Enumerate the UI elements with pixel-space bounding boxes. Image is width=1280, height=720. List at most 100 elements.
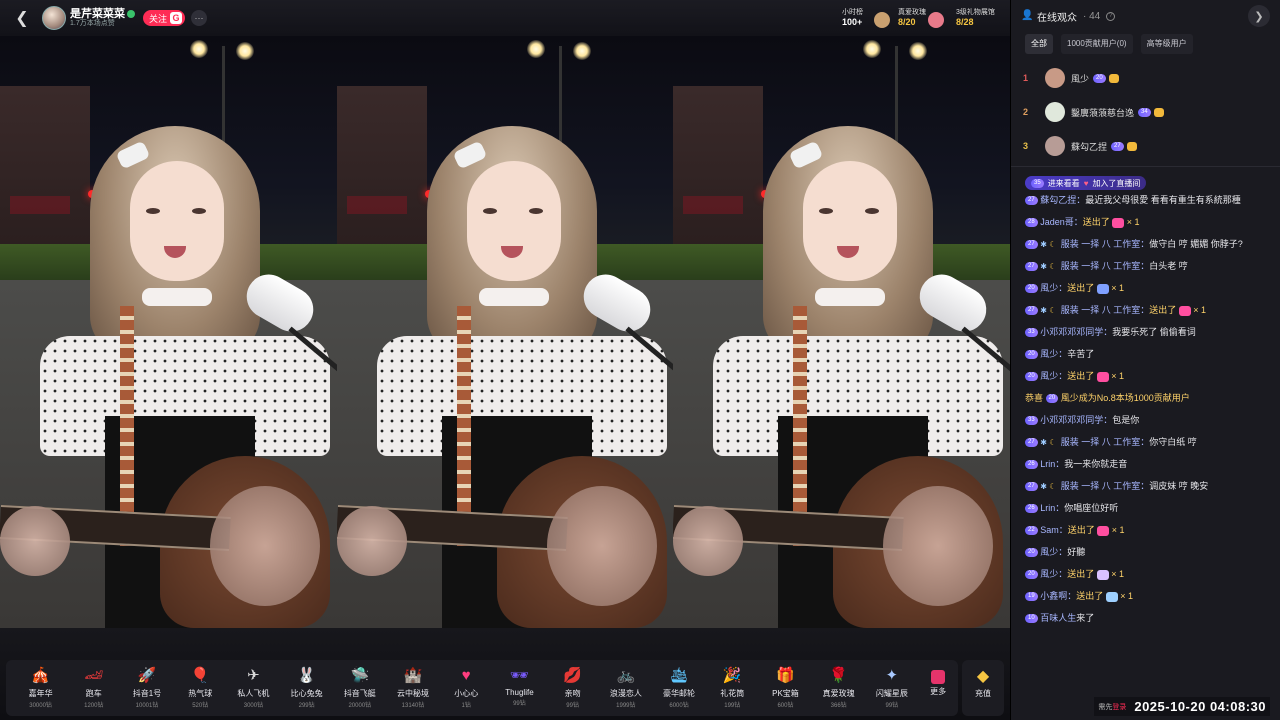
chat-username[interactable]: 風少： xyxy=(1040,349,1067,359)
avatar[interactable] xyxy=(1045,102,1065,122)
star-icon: ✱ xyxy=(1040,438,1047,448)
gift-icon xyxy=(1097,525,1110,536)
follow-button[interactable]: 关注 G xyxy=(143,10,186,26)
chat-username[interactable]: 風少： xyxy=(1040,569,1067,579)
gift-item[interactable]: 🌹 真爱玫瑰 366钻 xyxy=(812,666,865,709)
hourly-rank[interactable]: 小时榜 100+ xyxy=(842,8,863,29)
chat-username[interactable]: 小鑫啊： xyxy=(1040,591,1076,601)
chat-username[interactable]: 小邓邓邓邓同学： xyxy=(1040,415,1112,425)
gift-price: 20000钻 xyxy=(348,703,372,709)
avatar[interactable] xyxy=(1045,136,1065,156)
chat-username[interactable]: 小邓邓邓邓同学： xyxy=(1040,327,1112,337)
level-badge: 33 xyxy=(1025,416,1038,426)
chat-text: 调皮妹 哼 晚安 xyxy=(1149,481,1209,491)
tab-all[interactable]: 全部 xyxy=(1025,34,1053,54)
level-badge: 20 xyxy=(1025,372,1038,382)
gift-gallery[interactable]: 3级礼物展馆 8/28 xyxy=(956,8,995,29)
tab-contributors[interactable]: 1000贡献用户(0) xyxy=(1061,34,1133,54)
level-badge: 33 xyxy=(1025,328,1038,338)
gift-item[interactable]: 🛸 抖音飞艇 20000钻 xyxy=(333,666,386,709)
collapse-button[interactable]: ❯ xyxy=(1248,5,1270,27)
task-value: 8/20 xyxy=(898,17,916,28)
gift-item[interactable]: 🏎 跑车 1200钻 xyxy=(67,666,120,709)
login-link[interactable]: 登录 xyxy=(1112,704,1126,711)
audience-row[interactable]: 1 風少 20 xyxy=(1011,62,1280,94)
host-name[interactable]: 是芹菜菜菜 xyxy=(70,8,125,21)
gift-item[interactable]: 🚀 抖音1号 10001钻 xyxy=(120,666,173,709)
moon-icon: ☾ xyxy=(1049,240,1057,250)
gift-name: 豪华邮轮 xyxy=(663,689,696,698)
gift-item[interactable]: 🎪 嘉年华 30000钻 xyxy=(14,666,67,709)
recharge-button[interactable]: ◆ 充值 xyxy=(962,660,1004,716)
datetime: 2025-10-20 04:08:30 xyxy=(1134,699,1266,714)
level-badge: 27 xyxy=(1025,262,1038,272)
more-button[interactable]: ··· xyxy=(191,10,208,26)
enter-user[interactable]: 进来看看 xyxy=(1048,178,1080,189)
gift-item[interactable]: 🎈 热气球 520钻 xyxy=(174,666,227,709)
gift-item[interactable]: 🏰 云中秘境 13140钻 xyxy=(386,666,439,709)
gift-item[interactable]: ✈ 私人飞机 3000钻 xyxy=(227,666,280,709)
level-badge: 27 xyxy=(1111,141,1124,151)
chat-username[interactable]: Lrin： xyxy=(1040,503,1064,513)
chat-username[interactable]: 服装 一择 八 工作室： xyxy=(1061,305,1150,315)
gift-price: 366钻 xyxy=(830,703,847,709)
gift-item[interactable]: ♥ 小心心 1钻 xyxy=(440,666,493,709)
chat-feed[interactable]: 35 进来看看 ♥ 加入了直播间 27 蘇勾乙捏：最近我父母很愛 看看有重生有系… xyxy=(1011,167,1280,625)
chat-username[interactable]: 風少： xyxy=(1040,371,1067,381)
chat-username[interactable]: Sam： xyxy=(1040,525,1068,535)
chat-username[interactable]: 蘇勾乙捏： xyxy=(1040,195,1085,205)
cruise-icon: 🛳 xyxy=(669,667,689,684)
audience-row[interactable]: 2 鑿廙蒗蒗慈台逸 34 xyxy=(1011,96,1280,128)
chat-username[interactable]: 服装 一择 八 工作室： xyxy=(1061,437,1150,447)
gallery-title: 3级礼物展馆 xyxy=(956,9,995,16)
chat-username[interactable]: 服装 一择 八 工作室： xyxy=(1061,239,1150,249)
gift-name: 真爱玫瑰 xyxy=(822,689,855,698)
gift-price: 1999钻 xyxy=(616,703,636,709)
gift-name: 比心兔兔 xyxy=(290,689,323,698)
moon-icon: ☾ xyxy=(1049,306,1057,316)
gift-item[interactable]: 🛳 豪华邮轮 6000钻 xyxy=(652,666,705,709)
gift-more-button[interactable]: 更多 xyxy=(918,666,957,697)
chat-username[interactable]: 風少： xyxy=(1040,283,1067,293)
gift-name: 嘉年华 xyxy=(28,689,53,698)
gift-count: × 1 xyxy=(1111,569,1125,579)
chat-username[interactable]: 百味人生 xyxy=(1040,613,1076,623)
back-button[interactable]: ❮ xyxy=(8,4,36,32)
gift-action: 送出了 xyxy=(1067,283,1095,293)
chat-username[interactable]: Lrin： xyxy=(1040,459,1064,469)
chat-username[interactable]: Jaden哥： xyxy=(1040,217,1083,227)
gift-item[interactable]: 🎉 礼花筒 199钻 xyxy=(706,666,759,709)
audience-panel: 👤 在线观众 · 44 ? ❯ 全部 1000贡献用户(0) 高等级用户 1 風… xyxy=(1010,0,1280,720)
rose-task[interactable]: 真爱玫瑰 8/20 xyxy=(898,8,926,29)
chat-username[interactable]: 服装 一择 八 工作室： xyxy=(1061,481,1150,491)
gift-name: 跑车 xyxy=(85,689,102,698)
video-player[interactable] xyxy=(0,36,1010,628)
avatar[interactable] xyxy=(1045,68,1065,88)
chat-text: 我要乐死了 偷偷看词 xyxy=(1112,327,1196,337)
gift-item[interactable]: 🐰 比心兔兔 299钻 xyxy=(280,666,333,709)
gift-item[interactable]: 💋 亲吻 99钻 xyxy=(546,666,599,709)
heart-icon: ♥ xyxy=(1083,178,1089,188)
verified-icon xyxy=(127,10,135,19)
gift-item[interactable]: 🚲 浪漫恋人 1999钻 xyxy=(599,666,652,709)
chat-username[interactable]: 風少： xyxy=(1040,547,1067,557)
audience-name[interactable]: 風少 xyxy=(1071,72,1089,85)
gift-item[interactable]: 🎁 PK宝箱 600钻 xyxy=(759,666,812,709)
chat-username[interactable]: 服装 一择 八 工作室： xyxy=(1061,261,1150,271)
tab-high-level[interactable]: 高等级用户 xyxy=(1140,34,1193,54)
host-avatar[interactable] xyxy=(42,6,66,30)
gift-item[interactable]: ✦ 闪耀星辰 99钻 xyxy=(865,666,918,709)
chat-text: 包是你 xyxy=(1112,415,1140,425)
audience-name[interactable]: 蘇勾乙捏 xyxy=(1071,140,1107,153)
gift-price: 520钻 xyxy=(192,703,209,709)
star-icon: ✱ xyxy=(1040,240,1047,250)
gift-item[interactable]: 🕶 Thuglife 99钻 xyxy=(493,666,546,707)
help-icon[interactable]: ? xyxy=(1106,11,1116,21)
gift-count: × 1 xyxy=(1111,371,1125,381)
audience-name[interactable]: 鑿廙蒗蒗慈台逸 xyxy=(1071,106,1134,119)
star-icon: ✱ xyxy=(1040,482,1047,492)
gift-price: 1200钻 xyxy=(84,703,104,709)
video-panel xyxy=(673,36,1010,628)
fan-badge-icon xyxy=(1126,141,1137,151)
audience-row[interactable]: 3 蘇勾乙捏 27 xyxy=(1011,130,1280,162)
